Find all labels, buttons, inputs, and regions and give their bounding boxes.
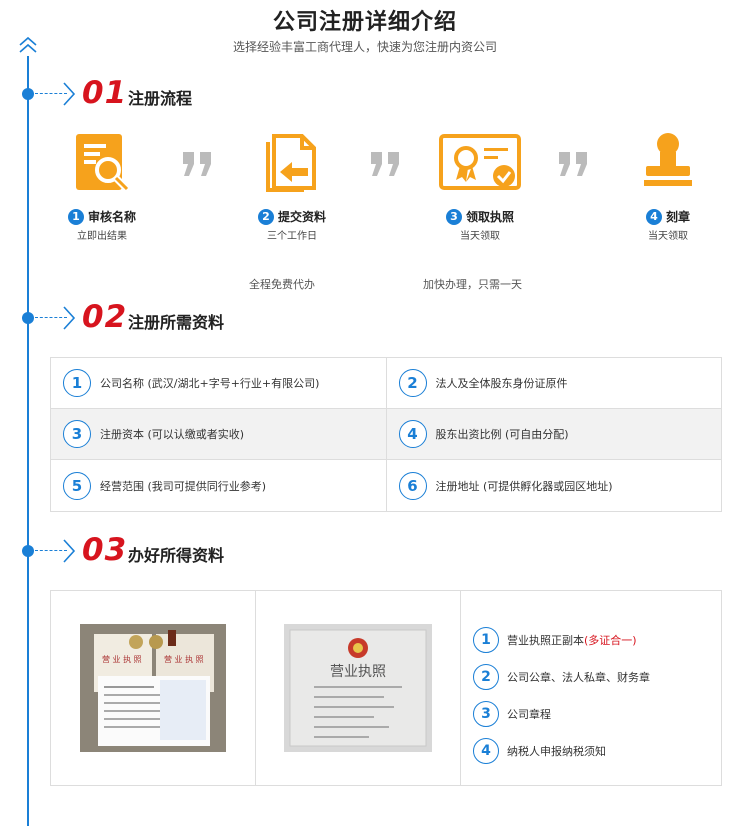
note-fast-service: 加快办理，只需一天 xyxy=(423,278,522,291)
number-circle: 1 xyxy=(473,626,499,653)
requirement-item: 2 法人及全体股东身份证原件 xyxy=(387,358,722,408)
number-circle: 3 xyxy=(473,700,499,727)
stamp-icon xyxy=(644,133,692,186)
number-circle: 5 xyxy=(63,471,91,500)
result-text: 营业执照正副本 xyxy=(507,633,584,647)
step-title-text: 审核名称 xyxy=(87,210,136,224)
business-license-photo-image: 营业执照 xyxy=(284,624,432,752)
number-circle: 4 xyxy=(398,420,427,448)
requirement-item: 1 公司名称 (武汉/湖北+字号+行业+有限公司) xyxy=(51,358,387,408)
note-free-service: 全程免费代办 xyxy=(249,278,315,291)
step-subtitle: 当天领取 xyxy=(648,231,688,242)
section-label: 办好所得资料 xyxy=(128,546,225,565)
list-item: 3 公司章程 xyxy=(473,695,721,732)
requirement-text: 注册地址 (可提供孵化器或园区地址) xyxy=(435,479,613,493)
page-title: 公司注册详细介绍 xyxy=(272,10,457,35)
requirement-item: 6 注册地址 (可提供孵化器或园区地址) xyxy=(387,460,722,511)
step-submit-docs: 2 提交资料 三个工作日 xyxy=(222,130,362,242)
list-item: 1 营业执照正副本 (多证合一) xyxy=(473,621,721,658)
certificate-icon xyxy=(439,134,521,190)
process-steps: 1 审核名称 立即出结果 2 提交资料 三个工作日 3 领取执照 当天领取 4 … xyxy=(50,130,730,250)
step-subtitle: 当天领取 xyxy=(460,231,500,242)
result-note: (多证合一) xyxy=(584,633,637,647)
result-text: 纳税人申报纳税须知 xyxy=(507,744,606,758)
step-title: 1 审核名称 xyxy=(32,208,172,225)
timeline-dot xyxy=(22,88,34,100)
photo-cell-business-license: 营业执照 xyxy=(256,591,461,785)
quote-separator-icon xyxy=(183,152,211,176)
chevron-right-icon xyxy=(63,539,76,563)
license-text: 营 业 执 照 xyxy=(102,654,142,664)
page-subtitle: 选择经验丰富工商代理人，快速为您注册内资公司 xyxy=(232,40,497,54)
timeline-line xyxy=(27,56,29,826)
result-text: 公司章程 xyxy=(507,707,551,721)
quote-separator-icon xyxy=(559,152,587,176)
license-photo-image: 营 业 执 照 营 业 执 照 xyxy=(80,624,226,752)
table-row: 3 注册资本 (可以认缴或者实收) 4 股东出资比例 (可自由分配) xyxy=(51,409,721,460)
section-label: 注册所需资料 xyxy=(128,313,225,332)
step-get-license: 3 领取执照 当天领取 xyxy=(410,130,550,242)
result-text: 公司公章、法人私章、财务章 xyxy=(507,670,650,684)
number-circle: 4 xyxy=(473,737,499,764)
table-row: 5 经营范围 (我司可提供同行业参考) 6 注册地址 (可提供孵化器或园区地址) xyxy=(51,460,721,511)
step-title-text: 领取执照 xyxy=(465,210,514,224)
step-carve-seal: 4 刻章 当天领取 xyxy=(598,130,730,242)
step-title: 2 提交资料 xyxy=(222,208,362,225)
table-row: 1 公司名称 (武汉/湖北+字号+行业+有限公司) 2 法人及全体股东身份证原件 xyxy=(51,358,721,409)
list-item: 4 纳税人申报纳税须知 xyxy=(473,732,721,769)
step-title-text: 刻章 xyxy=(665,210,690,224)
timeline-dot xyxy=(22,312,34,324)
step-number-badge: 4 xyxy=(645,208,662,225)
section-number: 03 xyxy=(82,532,128,568)
section-number: 02 xyxy=(82,299,128,335)
step-number-badge: 3 xyxy=(445,208,462,225)
license-text: 营 业 执 照 xyxy=(164,654,204,664)
number-circle: 2 xyxy=(398,369,427,397)
requirement-item: 5 经营范围 (我司可提供同行业参考) xyxy=(51,460,387,511)
chevron-right-icon xyxy=(63,82,76,106)
section-number: 01 xyxy=(82,75,128,111)
chevron-right-icon xyxy=(63,306,76,330)
step-subtitle: 三个工作日 xyxy=(267,231,317,242)
step-title: 4 刻章 xyxy=(598,208,730,225)
number-circle: 2 xyxy=(473,663,499,690)
requirement-text: 公司名称 (武汉/湖北+字号+行业+有限公司) xyxy=(100,377,320,390)
quote-separator-icon xyxy=(371,152,399,176)
license-heading-text: 营业执照 xyxy=(330,664,386,680)
step-number-badge: 1 xyxy=(67,208,84,225)
step-review-name: 1 审核名称 立即出结果 xyxy=(32,130,172,242)
requirement-item: 4 股东出资比例 (可自由分配) xyxy=(387,409,722,459)
timeline-dot xyxy=(22,545,34,557)
section-header-process: 01 注册流程 xyxy=(0,75,320,115)
results-box: 营 业 执 照 营 业 执 照 营业执照 1 营业执照正副本 (多证合一) 2 … xyxy=(50,590,722,786)
step-title-text: 提交资料 xyxy=(277,210,326,224)
section-label: 注册流程 xyxy=(128,89,193,108)
step-subtitle: 立即出结果 xyxy=(77,231,127,242)
step-title: 3 领取执照 xyxy=(410,208,550,225)
scroll-top-chevron-icon[interactable] xyxy=(17,36,39,56)
document-submit-icon xyxy=(266,134,316,192)
section-header-results: 03 办好所得资料 xyxy=(0,532,320,572)
photo-cell-licenses-and-seals: 营 业 执 照 营 业 执 照 xyxy=(51,591,256,785)
requirement-text: 注册资本 (可以认缴或者实收) xyxy=(100,428,245,441)
number-circle: 6 xyxy=(398,471,427,500)
requirement-text: 经营范围 (我司可提供同行业参考) xyxy=(100,479,267,493)
number-circle: 3 xyxy=(63,420,91,448)
results-list: 1 营业执照正副本 (多证合一) 2 公司公章、法人私章、财务章 3 公司章程 4 纳税人… xyxy=(461,591,721,785)
document-search-icon xyxy=(76,134,131,193)
number-circle: 1 xyxy=(63,369,91,397)
step-number-badge: 2 xyxy=(257,208,274,225)
requirement-text: 法人及全体股东身份证原件 xyxy=(435,377,568,390)
requirement-text: 股东出资比例 (可自由分配) xyxy=(435,428,569,441)
list-item: 2 公司公章、法人私章、财务章 xyxy=(473,658,721,695)
section-header-required-docs: 02 注册所需资料 xyxy=(0,299,320,339)
requirements-table: 1 公司名称 (武汉/湖北+字号+行业+有限公司) 2 法人及全体股东身份证原件 3… xyxy=(50,357,722,512)
requirement-item: 3 注册资本 (可以认缴或者实收) xyxy=(51,409,387,459)
